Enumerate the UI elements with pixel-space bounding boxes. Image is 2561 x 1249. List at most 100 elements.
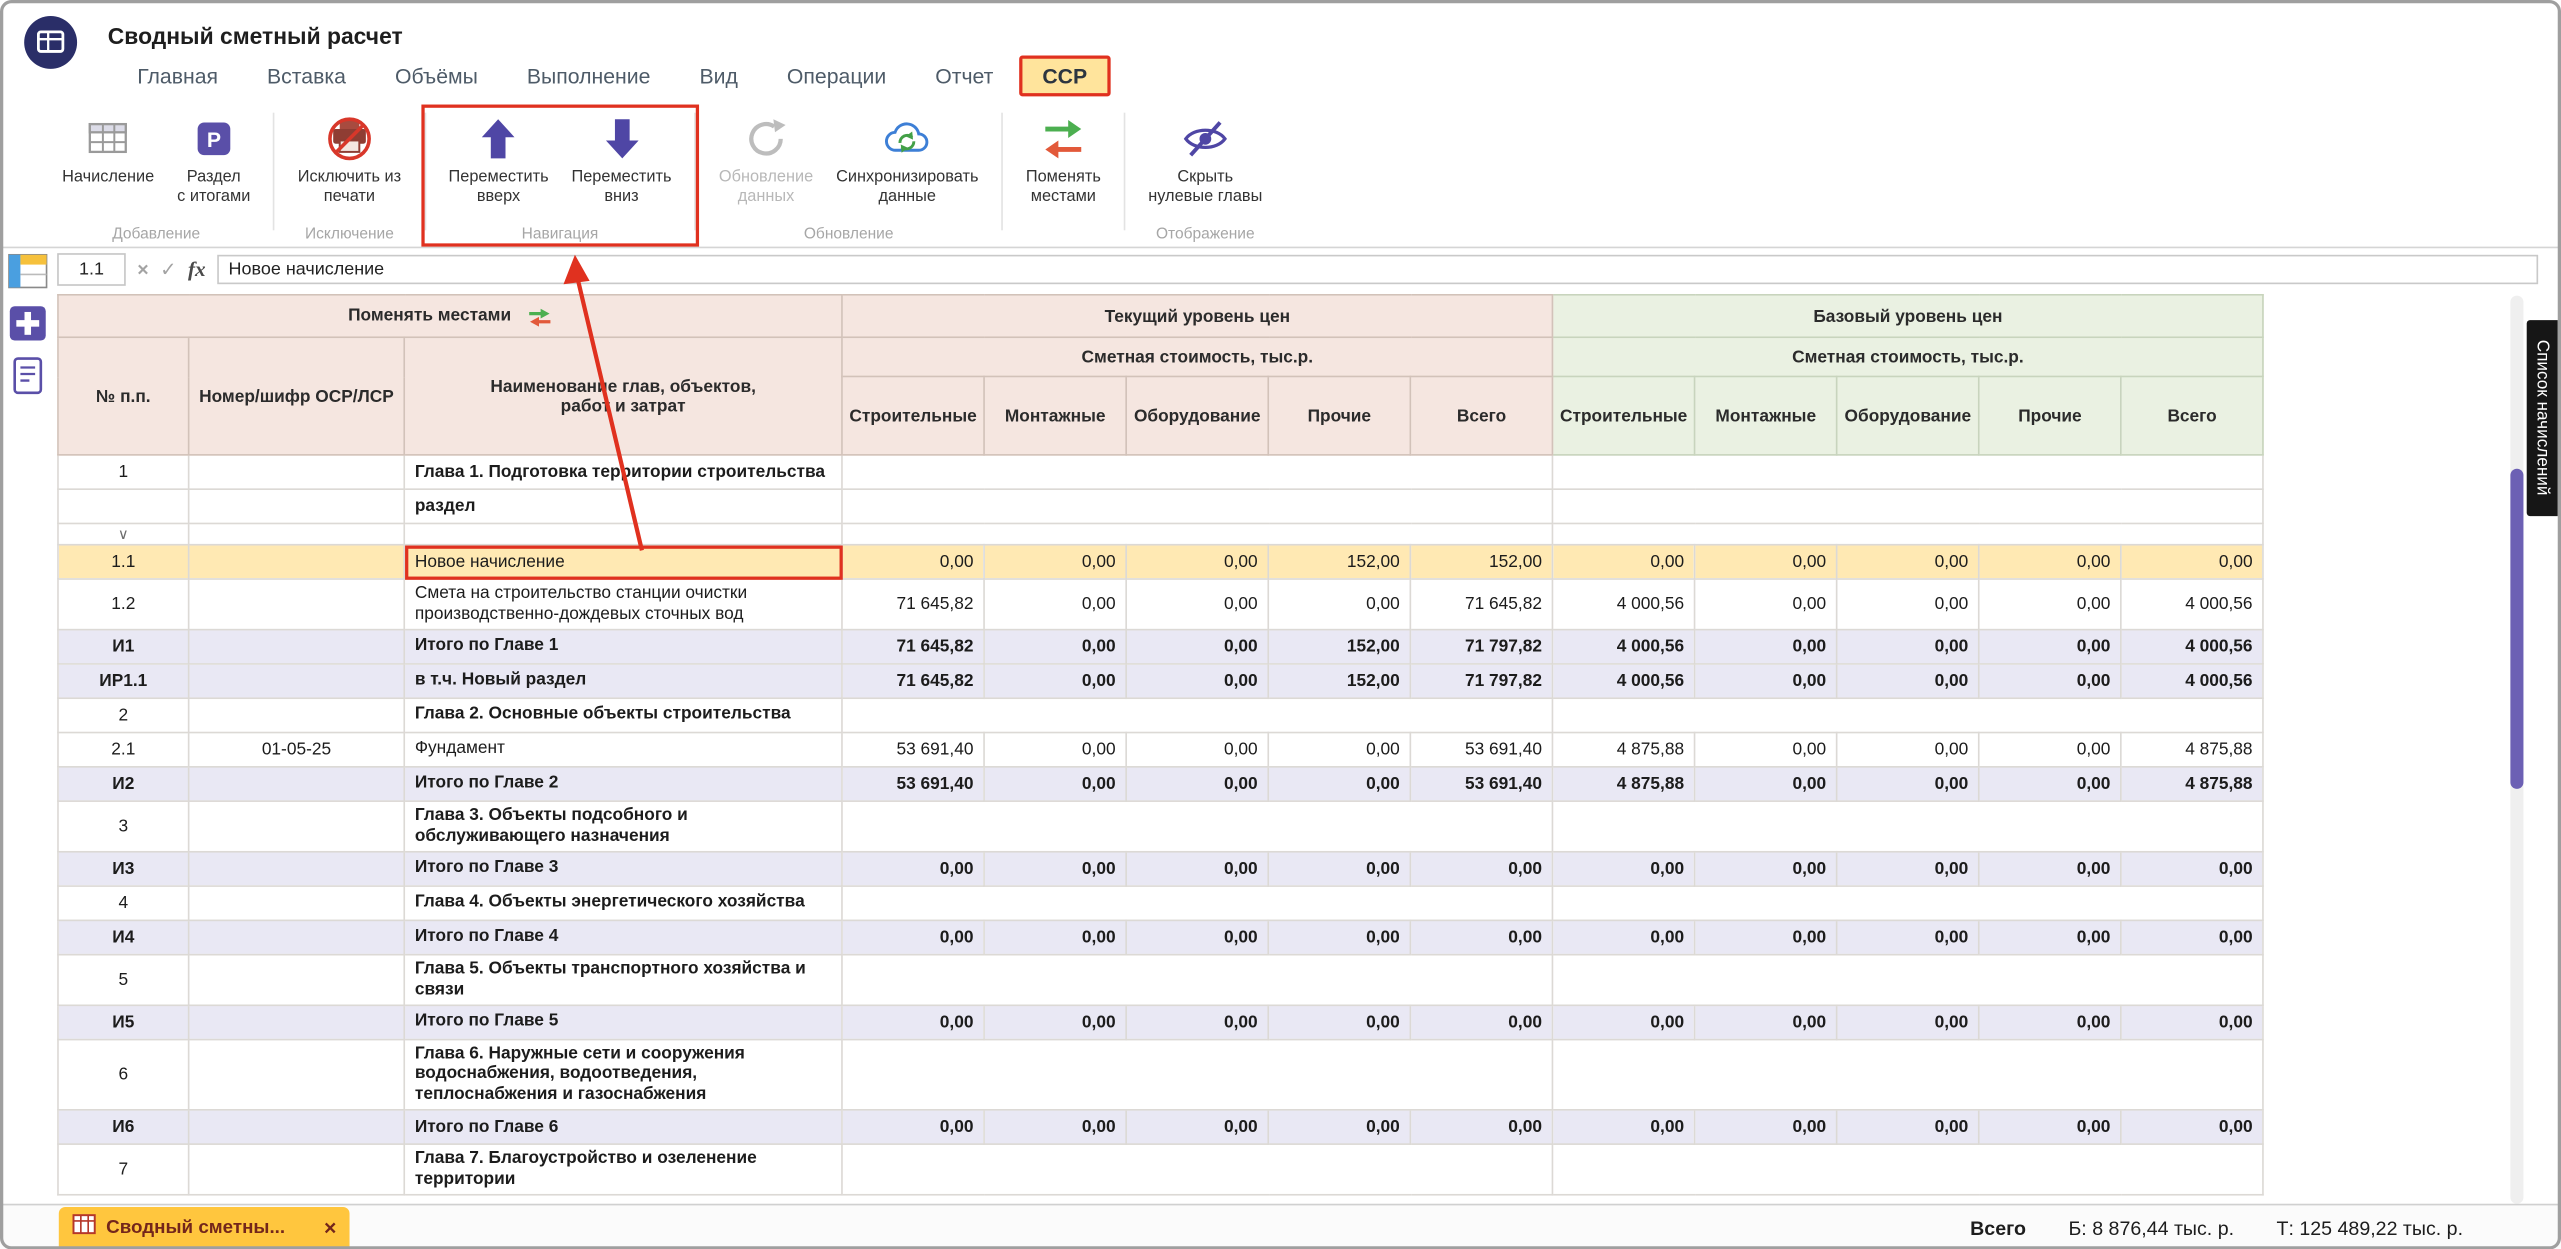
cell-num[interactable]: 1: [58, 455, 189, 489]
cell-money[interactable]: 0,00: [842, 545, 984, 579]
cell-money[interactable]: 0,00: [1979, 664, 2121, 698]
cell-money[interactable]: 0,00: [1695, 629, 1837, 663]
cell-name[interactable]: Фундамент: [404, 732, 842, 766]
exclude-from-print-button[interactable]: Исключить из печати: [290, 109, 410, 206]
menu-tab-0[interactable]: Главная: [114, 54, 241, 98]
cell-money[interactable]: 0,00: [2121, 851, 2263, 885]
cell-money[interactable]: 0,00: [1695, 851, 1837, 885]
cell-money[interactable]: 0,00: [1837, 1110, 1979, 1144]
menu-tab-2[interactable]: Объёмы: [372, 54, 501, 98]
cell-empty-base[interactable]: [1553, 1039, 2264, 1110]
cell-money[interactable]: 4 000,56: [1553, 629, 1695, 663]
vertical-scrollbar[interactable]: [2510, 296, 2523, 1204]
cell-money[interactable]: 0,00: [1268, 920, 1410, 954]
cell-money[interactable]: 0,00: [984, 1110, 1126, 1144]
cell-money[interactable]: 0,00: [1837, 732, 1979, 766]
cell-code[interactable]: [189, 767, 405, 801]
table-row[interactable]: 2.101-05-25Фундамент53 691,400,000,000,0…: [58, 732, 2263, 766]
cell-money[interactable]: 0,00: [842, 920, 984, 954]
cell-name[interactable]: Итого по Главе 6: [404, 1110, 842, 1144]
document-list-icon[interactable]: [5, 354, 51, 395]
sync-data-button[interactable]: Синхронизировать данные: [828, 109, 987, 206]
cell-money[interactable]: 0,00: [1268, 579, 1410, 629]
cell-empty-base[interactable]: [1553, 523, 2264, 544]
row-expand-chevron-icon[interactable]: ∨: [58, 523, 189, 544]
cell-code[interactable]: [189, 455, 405, 489]
menu-tab-7[interactable]: ССР: [1019, 56, 1110, 97]
cell-money[interactable]: 4 875,88: [2121, 767, 2263, 801]
cell-money[interactable]: 0,00: [1695, 664, 1837, 698]
cell-name[interactable]: Итого по Главе 4: [404, 920, 842, 954]
cell-name[interactable]: в т.ч. Новый раздел: [404, 664, 842, 698]
cell-money[interactable]: 0,00: [1837, 851, 1979, 885]
cell-name[interactable]: Глава 5. Объекты транспортного хозяйства…: [404, 954, 842, 1004]
cell-money[interactable]: 4 875,88: [2121, 732, 2263, 766]
cell-money[interactable]: 152,00: [1410, 545, 1552, 579]
cell-money[interactable]: 0,00: [984, 851, 1126, 885]
cell-num[interactable]: И4: [58, 920, 189, 954]
table-row[interactable]: 1Глава 1. Подготовка территории строител…: [58, 455, 2263, 489]
cell-money[interactable]: 0,00: [1553, 1005, 1695, 1039]
cell-money[interactable]: 4 000,56: [2121, 579, 2263, 629]
cell-money[interactable]: 0,00: [1837, 545, 1979, 579]
cell-code[interactable]: [189, 664, 405, 698]
cell-money[interactable]: 0,00: [1979, 732, 2121, 766]
cell-code[interactable]: [189, 801, 405, 851]
cell-num[interactable]: И6: [58, 1110, 189, 1144]
table-row[interactable]: 2Глава 2. Основные объекты строительства: [58, 698, 2263, 732]
cell-money[interactable]: 0,00: [842, 851, 984, 885]
cell-money[interactable]: 0,00: [1837, 629, 1979, 663]
cell-name[interactable]: Итого по Главе 5: [404, 1005, 842, 1039]
cell-name[interactable]: Итого по Главе 1: [404, 629, 842, 663]
table-row[interactable]: 6Глава 6. Наружные сети и сооружения вод…: [58, 1039, 2263, 1110]
cell-money[interactable]: 0,00: [2121, 1110, 2263, 1144]
formula-cancel-icon[interactable]: ×: [137, 257, 148, 280]
move-tool-icon[interactable]: [5, 302, 51, 343]
menu-tab-4[interactable]: Вид: [677, 54, 761, 98]
cell-num[interactable]: [58, 489, 189, 523]
cell-money[interactable]: 0,00: [2121, 920, 2263, 954]
cell-money[interactable]: 4 000,56: [1553, 579, 1695, 629]
cell-money[interactable]: 0,00: [1695, 1110, 1837, 1144]
cell-money[interactable]: 0,00: [1695, 732, 1837, 766]
cell-money[interactable]: 0,00: [1126, 579, 1268, 629]
cell-num[interactable]: 2: [58, 698, 189, 732]
move-up-button[interactable]: Переместить вверх: [440, 109, 556, 206]
cell-name[interactable]: Глава 3. Объекты подсобного и обслуживаю…: [404, 801, 842, 851]
cell-num[interactable]: И5: [58, 1005, 189, 1039]
cell-money[interactable]: 0,00: [1695, 767, 1837, 801]
hide-zero-chapters-button[interactable]: Скрыть нулевые главы: [1140, 109, 1270, 206]
cell-name[interactable]: раздел: [404, 489, 842, 523]
cell-money[interactable]: 0,00: [1268, 1110, 1410, 1144]
cell-empty-base[interactable]: [1553, 886, 2264, 920]
move-down-button[interactable]: Переместить вниз: [563, 109, 679, 206]
cell-money[interactable]: 0,00: [1837, 767, 1979, 801]
cell-money[interactable]: 0,00: [1126, 1005, 1268, 1039]
cell-money[interactable]: 0,00: [1695, 545, 1837, 579]
swap-columns-header[interactable]: Поменять местами: [58, 295, 842, 337]
cell-code[interactable]: [189, 1145, 405, 1195]
cell-code[interactable]: [189, 1110, 405, 1144]
cell-name[interactable]: Итого по Главе 3: [404, 851, 842, 885]
cell-code[interactable]: [189, 629, 405, 663]
cell-money[interactable]: 0,00: [2121, 545, 2263, 579]
cell-money[interactable]: 0,00: [1410, 1005, 1552, 1039]
cell-code[interactable]: 01-05-25: [189, 732, 405, 766]
cell-money[interactable]: 0,00: [1410, 920, 1552, 954]
cell-money[interactable]: 0,00: [1268, 767, 1410, 801]
accruals-list-side-tab[interactable]: Список начислений: [2527, 320, 2558, 516]
cell-money[interactable]: 152,00: [1268, 629, 1410, 663]
menu-tab-3[interactable]: Выполнение: [504, 54, 673, 98]
cell-code[interactable]: [189, 886, 405, 920]
cell-num[interactable]: И2: [58, 767, 189, 801]
cell-money[interactable]: 0,00: [1837, 920, 1979, 954]
cell-money[interactable]: 152,00: [1268, 664, 1410, 698]
cell-money[interactable]: 53 691,40: [842, 767, 984, 801]
cell-money[interactable]: 0,00: [1268, 851, 1410, 885]
cell-code[interactable]: [189, 920, 405, 954]
cell-money[interactable]: 4 875,88: [1553, 767, 1695, 801]
cell-money[interactable]: 0,00: [984, 732, 1126, 766]
cell-num[interactable]: И1: [58, 629, 189, 663]
cell-money[interactable]: 0,00: [1979, 1005, 2121, 1039]
cell-money[interactable]: 0,00: [842, 1005, 984, 1039]
